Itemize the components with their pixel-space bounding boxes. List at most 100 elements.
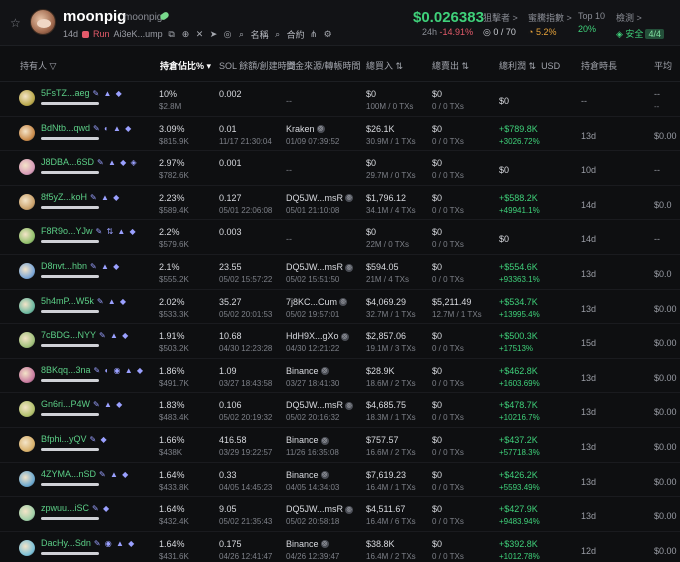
funding-source[interactable]: Binance ◎ (286, 470, 329, 480)
holder-address[interactable]: J8DBA...6SD ✎ ▲ ◆ ◈ (41, 157, 138, 167)
funding-source[interactable]: DQ5JW...msR ◎ (286, 504, 354, 514)
table-row[interactable]: D8nvt...hbn ✎ ▲ ◆ 2.1% $555.2K 23.55 05/02 15… (0, 255, 680, 290)
source-link-icon[interactable]: ◎ (320, 436, 329, 445)
funding-source[interactable]: Binance ◎ (286, 435, 329, 445)
holder-address[interactable]: BdNtb...qwd ✎ ◐ ▲ ◆ (41, 123, 132, 133)
col-pct[interactable]: 持倉佔比% ▾ (160, 59, 211, 72)
holding-pct: 1.83% (159, 400, 185, 411)
pump-icon[interactable]: ◎ (223, 29, 233, 40)
search-name-link[interactable]: 名稱 (251, 28, 269, 41)
funding-source[interactable]: DQ5JW...msR ◎ (286, 262, 354, 272)
table-row[interactable]: DacHy...Sdn ✎ ◉ ▲ ◆ 1.64% $431.6K 0.175 04/26… (0, 532, 680, 562)
col-pnl[interactable]: 總利潤 ⇅ USD (499, 59, 560, 72)
search-contract-icon[interactable]: ⌕ (273, 29, 283, 40)
funding-source[interactable]: DQ5JW...msR ◎ (286, 193, 354, 203)
holder-address[interactable]: Bfphi...yQV ✎ ◆ (41, 434, 108, 444)
usd-toggle[interactable]: USD (541, 61, 560, 71)
source-link-icon[interactable]: ◎ (345, 401, 354, 410)
stat-honeypot[interactable]: 蜜騰指數 > ◔ 5.2% (528, 11, 572, 37)
pnl-percent: +1012.78% (499, 551, 540, 561)
funding-source[interactable]: Binance ◎ (286, 366, 329, 376)
total-bought: $2,857.06 (366, 331, 407, 342)
funding-source[interactable]: -- (286, 165, 292, 175)
star-icon[interactable]: ☆ (10, 17, 22, 29)
table-row[interactable]: zpwuu...iSC ✎ ◆ 1.64% $432.4K 9.05 05/02 21:3… (0, 497, 680, 532)
holder-address[interactable]: 8f5yZ...koH ✎ ▲ ◆ (41, 192, 120, 202)
col-holder[interactable]: 持有人 ▽ (20, 59, 56, 72)
funding-source[interactable]: -- (286, 96, 292, 106)
holder-avatar (19, 332, 35, 349)
holder-address[interactable]: DacHy...Sdn ✎ ◉ ▲ ◆ (41, 538, 135, 548)
token-meta-row: 14d Run Ai3eK...ump ⧉ ⊕ ✕ ➤ ◎ ⌕ 名稱 ⌕ 合約 … (63, 28, 333, 40)
source-link-icon[interactable]: ◎ (345, 194, 354, 203)
table-row[interactable]: 5FsTZ...aeg ✎ ▲ ◆ 10% $2.8M 0.002 -- $0 100M / … (0, 82, 680, 117)
funding-source[interactable]: DQ5JW...msR ◎ (286, 400, 354, 410)
funding-source[interactable]: HdH9X...gXo ◎ (286, 331, 349, 341)
col-sold[interactable]: 總賣出 ⇅ (432, 59, 469, 72)
x-icon[interactable]: ✕ (195, 29, 205, 40)
source-link-icon[interactable]: ◎ (339, 298, 348, 307)
source-link-icon[interactable]: ◎ (345, 263, 354, 272)
search-contract-link[interactable]: 合約 (287, 28, 305, 41)
table-row[interactable]: 5h4mP...W5k ✎ ▲ ◆ 2.02% $533.3K 35.27 05/02 2… (0, 290, 680, 325)
funding-source[interactable]: Binance ◎ (286, 539, 329, 549)
holder-avatar (19, 124, 35, 141)
holder-address[interactable]: D8nvt...hbn ✎ ▲ ◆ (41, 261, 120, 271)
table-row[interactable]: BdNtb...qwd ✎ ◐ ▲ ◆ 3.09% $815.9K 0.01 11/17 … (0, 117, 680, 152)
holding-usd: $579.6K (159, 240, 189, 250)
col-bought[interactable]: 總買入 ⇅ (366, 59, 403, 72)
holder-address[interactable]: zpwuu...iSC ✎ ◆ (41, 503, 110, 513)
table-row[interactable]: 8BKqq...3na ✎ ◐ ◉ ▲ ◆ 1.86% $491.7K 1.09 03/2… (0, 359, 680, 394)
stat-snipers[interactable]: 狙擊者 > ◎ 0 / 70 (483, 11, 518, 38)
holder-tag-icons: ✎ ▲ ◆ (90, 192, 121, 202)
holder-address[interactable]: 8BKqq...3na ✎ ◐ ◉ ▲ ◆ (41, 365, 144, 375)
avg-cost-sub: -- (654, 102, 660, 111)
holder-address[interactable]: 7cBDG...NYY ✎ ▲ ◆ (41, 330, 129, 340)
stat-audit[interactable]: 檢測 > ◈ 安全 4/4 (616, 11, 664, 40)
copy-icon[interactable]: ⧉ (167, 29, 177, 40)
table-row[interactable]: Bfphi...yQV ✎ ◆ 1.66% $438K 416.58 03/29 19:2… (0, 428, 680, 463)
holding-usd: $491.7K (159, 378, 189, 388)
col-avg[interactable]: 平均 (654, 59, 672, 72)
funding-source[interactable]: Kraken ◎ (286, 124, 325, 134)
source-link-icon[interactable]: ◎ (345, 505, 354, 514)
search-name-icon[interactable]: ⌕ (237, 29, 247, 40)
holders-table: 持有人 ▽ 持倉佔比% ▾ SOL 餘額/創建時間 資金來源/轉帳時間 總買入 … (0, 46, 680, 562)
table-row[interactable]: Gn6ri...P4W ✎ ▲ ◆ 1.83% $483.4K 0.106 05/02 2… (0, 393, 680, 428)
source-link-icon[interactable]: ◎ (320, 367, 329, 376)
holding-pct: 2.97% (159, 158, 185, 169)
sol-balance: 416.58 (219, 434, 247, 445)
col-source[interactable]: 資金來源/轉帳時間 (286, 59, 361, 72)
table-row[interactable]: F8R9o...YJw ✎ ⇅ ▲ ◆ 2.2% $579.6K 0.003 -- $0 22… (0, 220, 680, 255)
holder-address[interactable]: 4ZYMA...nSD ✎ ▲ ◆ (41, 469, 129, 479)
settings-icon[interactable]: ⚙ (323, 29, 333, 40)
sold-txs: 0 / 0 TXs (432, 517, 464, 527)
holder-address[interactable]: F8R9o...YJw ✎ ⇅ ▲ ◆ (41, 226, 137, 236)
bought-txs: 16.4M / 1 TXs (366, 482, 416, 492)
holder-address[interactable]: 5h4mP...W5k ✎ ▲ ◆ (41, 296, 127, 306)
stat-honeypot-value: ◔ 5.2% (528, 27, 557, 37)
table-row[interactable]: 7cBDG...NYY ✎ ▲ ◆ 1.91% $503.2K 10.68 04/30 1… (0, 324, 680, 359)
source-link-icon[interactable]: ◎ (340, 332, 349, 341)
funding-source[interactable]: -- (286, 234, 292, 244)
holder-address[interactable]: Gn6ri...P4W ✎ ▲ ◆ (41, 399, 123, 409)
globe-icon[interactable]: ⊕ (181, 29, 191, 40)
hold-duration: 13d (581, 441, 597, 452)
sol-created-time: 04/26 12:41:47 (219, 551, 273, 561)
total-pnl: $0 (499, 96, 510, 106)
source-link-icon[interactable]: ◎ (320, 471, 329, 480)
col-hold[interactable]: 持倉時長 (581, 59, 617, 72)
table-row[interactable]: 4ZYMA...nSD ✎ ▲ ◆ 1.64% $433.8K 0.33 04/05 14… (0, 463, 680, 498)
telegram-icon[interactable]: ➤ (209, 29, 219, 40)
col-sol[interactable]: SOL 餘額/創建時間 (219, 59, 296, 72)
stat-snipers-label: 狙擊者 > (483, 13, 518, 23)
source-link-icon[interactable]: ◎ (316, 125, 325, 134)
sold-txs: 0 / 0 TXs (432, 447, 464, 457)
table-row[interactable]: J8DBA...6SD ✎ ▲ ◆ ◈ 2.97% $782.6K 0.001 -- $0 2… (0, 151, 680, 186)
share-icon[interactable]: ⋔ (309, 29, 319, 40)
table-row[interactable]: 8f5yZ...koH ✎ ▲ ◆ 2.23% $589.4K 0.127 05/01 2… (0, 186, 680, 221)
funding-source[interactable]: 7j8KC...Cum ◎ (286, 297, 348, 307)
source-link-icon[interactable]: ◎ (320, 540, 329, 549)
holder-address[interactable]: 5FsTZ...aeg ✎ ▲ ◆ (41, 88, 123, 98)
contract-address[interactable]: Ai3eK...ump (114, 29, 163, 39)
